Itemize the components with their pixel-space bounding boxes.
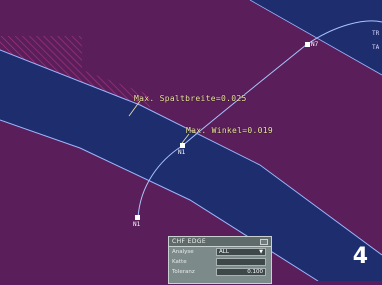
corner-label-a: TR — [372, 30, 380, 37]
chevron-down-icon: ▼ — [259, 249, 263, 255]
toleranz-field[interactable]: 0.100 — [216, 268, 266, 276]
panel-row-analyse: Analyse ALL ▼ — [169, 247, 271, 257]
analyse-label: Analyse — [172, 249, 194, 255]
node-marker-top — [305, 42, 310, 47]
analyse-dropdown[interactable]: ALL ▼ — [216, 248, 266, 256]
katte-label: Katte — [172, 259, 187, 265]
node-label-top: N7 — [311, 41, 319, 48]
node-marker-bottom — [135, 215, 140, 220]
panel-row-katte: Katte — [169, 257, 271, 267]
figure-step-number: 4 — [352, 244, 368, 269]
panel-titlebar[interactable]: CHF EDGE — [169, 237, 271, 247]
node-label-bottom: N1 — [133, 221, 141, 228]
corner-label-b: TA — [372, 44, 380, 51]
gap-width-annotation: Max. Spaltbreite=0.025 — [134, 94, 247, 103]
panel-title: CHF EDGE — [172, 238, 207, 245]
toleranz-label: Toleranz — [172, 269, 195, 275]
angle-annotation: Max. Winkel=0.019 — [186, 126, 273, 135]
panel-close-icon[interactable] — [260, 238, 268, 245]
katte-field[interactable] — [216, 258, 266, 266]
panel-row-toleranz: Toleranz 0.100 — [169, 267, 271, 277]
node-label-middle: N1 — [178, 149, 186, 156]
node-marker-middle — [180, 143, 185, 148]
analyse-dropdown-value: ALL — [219, 249, 229, 255]
edge-analysis-panel[interactable]: CHF EDGE Analyse ALL ▼ Katte Toleranz 0.… — [168, 236, 272, 284]
